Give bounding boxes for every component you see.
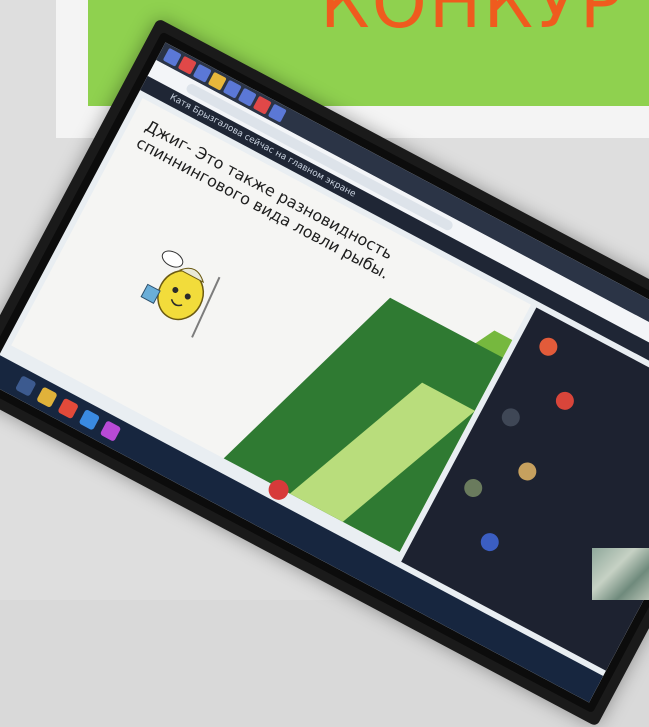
lemon-mascot-icon	[140, 250, 221, 338]
start-icon	[14, 375, 37, 397]
folder-icon	[36, 386, 58, 409]
avatar	[515, 459, 540, 484]
banner-title: КОНКУР	[320, 0, 624, 44]
avatar	[461, 475, 486, 501]
thumbnail-image	[592, 548, 649, 600]
avatar	[498, 405, 523, 430]
avatar	[536, 334, 561, 359]
browser-icon	[57, 397, 79, 420]
avatar	[477, 529, 502, 555]
tab-icon	[267, 103, 287, 123]
avatar	[552, 388, 578, 414]
app-icon	[78, 408, 101, 431]
app-icon	[99, 420, 122, 442]
